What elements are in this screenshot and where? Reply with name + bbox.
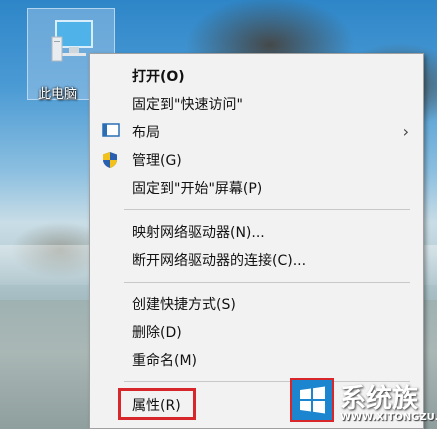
menu-item-manage[interactable]: 管理(G) (90, 146, 423, 172)
menu-item-map-network-drive[interactable]: 映射网络驱动器(N)... (90, 218, 423, 244)
uac-shield-icon (103, 152, 117, 168)
desktop-background: 此电脑 打开(O) 固定到"快速访问" 布局 › 管理(G) 固定到"开始"屏幕… (0, 0, 437, 429)
menu-item-rename[interactable]: 重命名(M) (90, 346, 423, 372)
menu-item-label: 映射网络驱动器(N)... (132, 225, 265, 241)
desktop-icon-label: 此电脑 (38, 87, 78, 102)
menu-item-disconnect-network-drive[interactable]: 断开网络驱动器的连接(C)... (90, 246, 423, 272)
menu-item-label: 固定到"快速访问" (132, 97, 243, 113)
context-menu: 打开(O) 固定到"快速访问" 布局 › 管理(G) 固定到"开始"屏幕(P) (89, 53, 424, 429)
menu-item-pin-quick-access[interactable]: 固定到"快速访问" (90, 90, 423, 116)
menu-item-create-shortcut[interactable]: 创建快捷方式(S) (90, 290, 423, 316)
chevron-right-icon: › (402, 122, 409, 141)
menu-item-label: 固定到"开始"屏幕(P) (132, 181, 263, 197)
menu-item-label: 删除(D) (132, 325, 182, 341)
menu-item-label: 断开网络驱动器的连接(C)... (132, 253, 307, 269)
menu-item-layout[interactable]: 布局 › (90, 118, 423, 144)
menu-item-pin-start[interactable]: 固定到"开始"屏幕(P) (90, 174, 423, 200)
menu-separator (124, 209, 410, 210)
menu-item-label: 布局 (132, 125, 160, 141)
menu-item-label: 重命名(M) (132, 353, 198, 369)
watermark-text: 系统族 (340, 384, 419, 414)
windows-logo-icon (290, 378, 334, 422)
watermark-logo: 系统族 WWW.XITONGZU.COM (286, 374, 437, 429)
properties-highlight-box (118, 388, 196, 420)
menu-item-open[interactable]: 打开(O) (90, 62, 423, 88)
menu-separator (124, 282, 410, 283)
menu-item-label: 打开(O) (132, 69, 185, 85)
watermark-url: WWW.XITONGZU.COM (340, 412, 437, 423)
layout-icon (102, 123, 120, 137)
menu-item-label: 创建快捷方式(S) (132, 297, 236, 313)
menu-item-delete[interactable]: 删除(D) (90, 318, 423, 344)
menu-item-label: 管理(G) (132, 153, 182, 169)
